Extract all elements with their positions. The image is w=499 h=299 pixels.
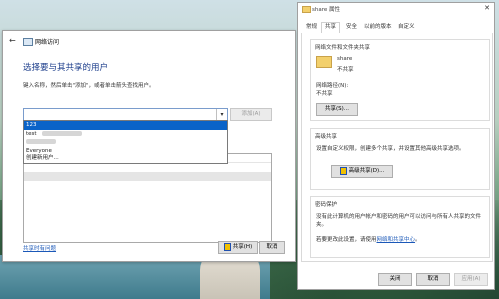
share-button-label: 共享(H) (232, 244, 253, 250)
add-button[interactable]: 添加(A) (230, 108, 272, 121)
shield-icon (223, 242, 231, 251)
folder-icon (316, 56, 332, 68)
back-arrow-icon[interactable]: ← (9, 37, 17, 45)
password-setting-suffix: 。 (415, 237, 421, 243)
dialog-header: ← 网络访问 (3, 31, 295, 53)
password-description-line1: 没有此计算机的用户帐户和密码的用户可以访问与所有人共享的文件 (316, 214, 482, 220)
cancel-button[interactable]: 取消 (416, 273, 450, 286)
dropdown-item-create-user[interactable]: 创建新用户... (24, 154, 227, 163)
password-description-line2: 夹。 (316, 222, 328, 228)
dropdown-item-label: 123 (26, 122, 37, 128)
sharing-tab-panel: 网络文件和文件夹共享 share 不共享 网络路径(N): 不共享 共享(S).… (301, 33, 493, 262)
password-protection-group: 密码保护 没有此计算机的用户帐户和密码的用户可以访问与所有人共享的文件 夹。 若… (310, 196, 490, 258)
network-path-value: 不共享 (316, 91, 333, 97)
shield-icon (339, 166, 347, 175)
title-bar: share 属性 ✕ (298, 3, 494, 14)
page-title: 选择要与其共享的用户 (23, 63, 109, 73)
folder-name: share (337, 56, 353, 62)
password-setting-text: 若要更改此设置，请使用网络和共享中心。 (316, 235, 421, 243)
dropdown-item-label: 创建新用户... (26, 155, 59, 161)
user-permission-list[interactable] (23, 153, 272, 243)
network-path-label: 网络路径(N): (316, 83, 349, 89)
tab-general[interactable]: 常规 (303, 23, 320, 32)
help-link[interactable]: 共享时有问题 (23, 244, 56, 252)
dropdown-item-label: Everyone (26, 147, 52, 154)
group-title: 网络文件和文件夹共享 (315, 45, 371, 51)
user-dropdown-list: 123 test Everyone 创建新用户... (23, 120, 228, 164)
share-status: 不共享 (337, 67, 354, 73)
password-setting-prefix: 若要更改此设置，请使用 (316, 237, 377, 243)
group-title: 密码保护 (315, 202, 338, 208)
dropdown-item-redacted[interactable] (24, 138, 227, 147)
network-sharing-group: 网络文件和文件夹共享 share 不共享 网络路径(N): 不共享 共享(S).… (310, 39, 490, 121)
network-sharing-center-link[interactable]: 网络和共享中心 (377, 237, 416, 243)
network-access-dialog: ← 网络访问 选择要与其共享的用户 键入名称，然后单击"添加"，或者单击箭头查找… (2, 30, 296, 262)
tab-previous-versions[interactable]: 以前的版本 (361, 23, 395, 32)
share-button[interactable]: 共享(S)... (316, 103, 358, 116)
redacted-text (26, 139, 56, 144)
share-properties-dialog: share 属性 ✕ 常规 共享 安全 以前的版本 自定义 网络文件和文件夹共享… (297, 2, 495, 290)
network-icon (23, 38, 33, 46)
group-title: 高级共享 (315, 134, 338, 140)
share-button[interactable]: 共享(H) (218, 241, 258, 254)
dropdown-item-test[interactable]: test (24, 130, 227, 139)
close-icon[interactable]: ✕ (484, 4, 490, 12)
folder-icon (302, 6, 311, 13)
cancel-button[interactable]: 取消 (259, 241, 285, 254)
advanced-sharing-button[interactable]: 高级共享(D)... (331, 165, 393, 178)
window-title: share 属性 (312, 7, 340, 13)
apply-button[interactable]: 应用(A) (454, 273, 488, 286)
close-button[interactable]: 关闭 (378, 273, 412, 286)
dialog-title: 网络访问 (35, 39, 60, 46)
chevron-down-icon[interactable]: ▾ (216, 109, 227, 120)
advanced-button-label: 高级共享(D)... (348, 168, 385, 174)
dropdown-item-label: test (26, 130, 37, 137)
advanced-description: 设置自定义权限，创建多个共享，并设置其他高级共享选项。 (316, 146, 465, 152)
advanced-sharing-group: 高级共享 设置自定义权限，创建多个共享，并设置其他高级共享选项。 高级共享(D)… (310, 128, 490, 190)
tab-security[interactable]: 安全 (343, 23, 360, 32)
dropdown-item-123[interactable]: 123 (24, 121, 227, 130)
tab-customize[interactable]: 自定义 (395, 23, 418, 32)
list-row-selected[interactable] (24, 172, 271, 181)
instruction-text: 键入名称，然后单击"添加"，或者单击箭头查找用户。 (23, 83, 155, 89)
redacted-text (42, 130, 83, 136)
